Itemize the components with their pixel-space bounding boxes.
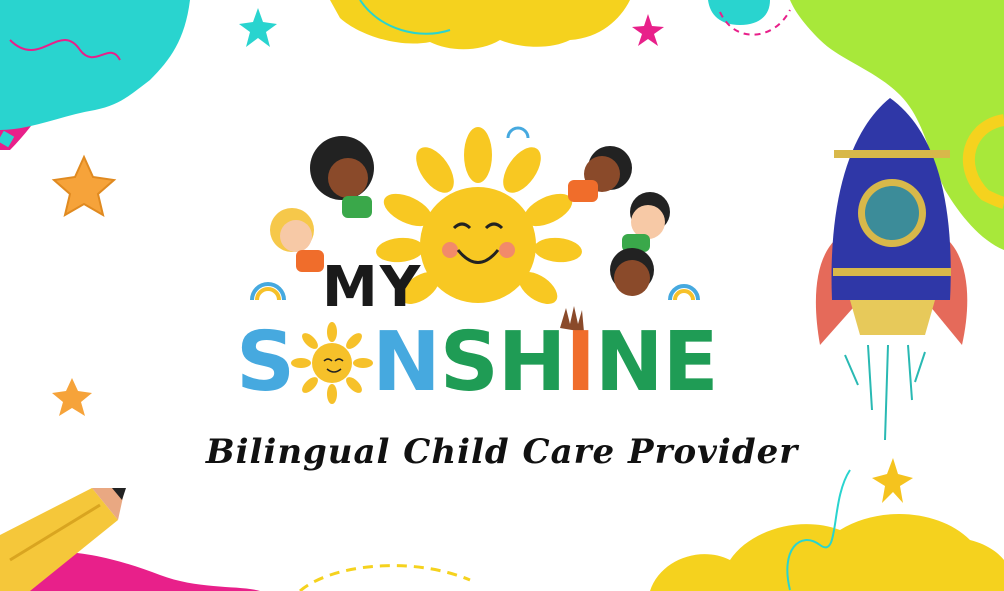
logo-letter-e: E xyxy=(662,315,719,410)
logo-word-my: MY xyxy=(322,255,423,320)
child-icon xyxy=(568,146,632,202)
logo-letter-n: N xyxy=(372,315,441,410)
top-yellow-cloud xyxy=(330,0,630,50)
child-icon xyxy=(622,192,670,252)
rainbow-icon xyxy=(668,284,700,301)
top-right-cyan-blob xyxy=(708,0,770,25)
logo-letter-n: N xyxy=(594,315,664,410)
rainbow-icon xyxy=(506,126,530,139)
star-icon xyxy=(51,154,117,218)
logo-letter-i: I xyxy=(565,315,595,410)
top-left-cyan-blob xyxy=(0,0,190,130)
bottom-dashed-curve xyxy=(299,564,471,591)
logo-letter-s: S xyxy=(439,315,499,410)
star-icon xyxy=(52,378,92,416)
child-icon xyxy=(270,208,324,272)
logo-letter-h: H xyxy=(497,315,567,410)
child-icon xyxy=(610,248,654,296)
child-icon xyxy=(310,136,374,218)
logo-letter-s: S xyxy=(236,315,295,410)
logo-letter-o-sun xyxy=(296,326,370,400)
card-canvas: MY S N S H I N E Bilingual Child Care Pr… xyxy=(0,0,1004,591)
star-icon xyxy=(632,14,664,46)
logo-word-sonshine: S N S H I N E xyxy=(236,315,719,410)
star-icon xyxy=(239,8,277,47)
bottom-right-yellow-cloud xyxy=(650,513,1004,591)
subtitle: Bilingual Child Care Provider xyxy=(205,432,799,472)
rainbow-icon xyxy=(250,282,286,301)
logo: MY S N S H I N E xyxy=(230,110,730,440)
